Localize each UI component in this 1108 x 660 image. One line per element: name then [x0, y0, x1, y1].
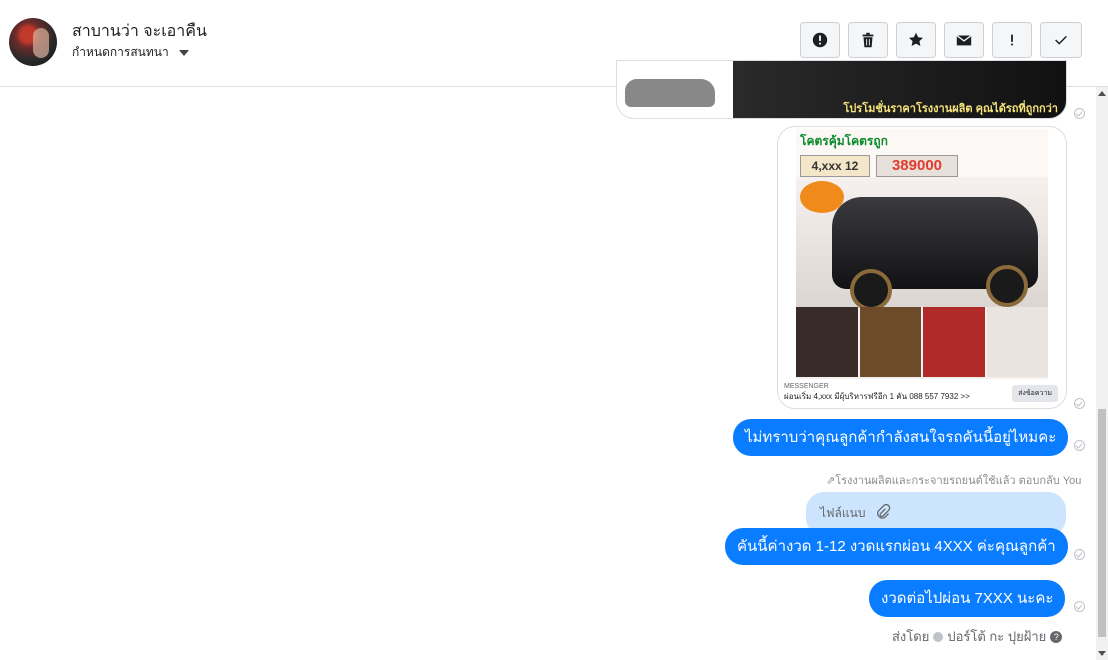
scroll-down-arrow-icon[interactable] — [1098, 651, 1106, 656]
send-message-button[interactable]: ส่งข้อความ — [1012, 385, 1058, 402]
star-icon — [908, 32, 924, 47]
ad-title: โคตรคุ้มโคตรถูก — [800, 134, 888, 148]
sent-by-prefix: ส่งโดย — [892, 629, 930, 644]
thumbnail — [923, 307, 985, 377]
mark-unread-button[interactable] — [944, 22, 984, 58]
ad-footer-label: MESSENGER — [784, 383, 829, 390]
banner-text: โปรโมชั่นราคาโรงงานผลิต คุณได้รถที่ถูกกว… — [843, 103, 1058, 115]
read-status-icon — [1074, 108, 1085, 119]
promo-banner: โปรโมชั่นราคาโรงงานผลิต คุณได้รถที่ถูกกว… — [733, 61, 1066, 118]
wheel-shape — [986, 265, 1028, 307]
assign-conversation-label: กำหนดการสนทนา — [72, 45, 169, 59]
thumbnail — [986, 307, 1048, 377]
read-status-icon — [1074, 549, 1085, 560]
contact-avatar[interactable] — [9, 18, 57, 66]
ad-image: โคตรคุ้มโคตรถูก 4,xxx 12 389000 — [796, 129, 1048, 379]
paperclip-icon — [877, 504, 891, 519]
help-icon[interactable]: ? — [1050, 630, 1063, 643]
ad-installment: 4,xxx 12 — [800, 155, 870, 177]
ad-footer-text: ผ่อนเริ่ม 4,xxx มีผุ้บริหารฟรีอีก 1 คัน … — [784, 392, 970, 401]
exclamation-icon — [1011, 34, 1013, 46]
ad-price: 389000 — [876, 155, 958, 177]
read-status-icon — [1074, 398, 1085, 409]
assign-conversation-dropdown[interactable]: กำหนดการสนทนา — [72, 43, 189, 62]
scroll-up-arrow-icon[interactable] — [1098, 91, 1106, 96]
contact-name[interactable]: สาบานว่า จะเอาคืน — [72, 19, 207, 44]
sender-name[interactable]: ปอร์โต้ กะ ปุยฝ้าย — [947, 626, 1046, 647]
wheel-shape — [850, 269, 892, 311]
reply-arrow-icon: ⇗ — [826, 475, 836, 487]
caret-down-icon — [178, 49, 189, 56]
reply-note-text: โรงงานผลิตและกระจายรถยนต์ใช้แล้ว ตอบกลับ… — [835, 475, 1082, 487]
attachment-label: ไฟล์แนบ — [820, 506, 866, 520]
star-button[interactable] — [896, 22, 936, 58]
message-bubble[interactable]: คันนี้ค่างวด 1-12 งวดแรกผ่อน 4XXX ค่ะคุณ… — [725, 528, 1068, 565]
message-bubble[interactable]: งวดต่อไปผ่อน 7XXX นะคะ — [869, 580, 1066, 617]
car-photo — [625, 79, 715, 107]
thumbnail — [796, 307, 858, 377]
thumbnail — [859, 307, 921, 377]
ad-truck-photo — [796, 177, 1048, 311]
image-message[interactable]: โคตรคุ้มโคตรถูก 4,xxx 12 389000 MESSENGE… — [777, 126, 1067, 409]
ad-footer: MESSENGER ผ่อนเริ่ม 4,xxx มีผุ้บริหารฟรี… — [784, 383, 970, 403]
read-status-icon — [1074, 601, 1085, 612]
message-bubble[interactable]: ไม่ทราบว่าคุณลูกค้ากำลังสนใจรถคันนี้อยู่… — [733, 419, 1069, 456]
conversation-toolbar — [800, 22, 1082, 58]
scrollbar[interactable] — [1096, 87, 1108, 660]
scrollbar-thumb[interactable] — [1098, 409, 1106, 637]
check-icon — [1055, 35, 1067, 45]
alert-circle-icon — [812, 32, 828, 48]
mail-icon — [956, 34, 972, 46]
trash-icon — [862, 32, 874, 48]
sent-by-line: ส่งโดย ปอร์โต้ กะ ปุยฝ้าย ? — [892, 626, 1063, 647]
follow-up-button[interactable] — [992, 22, 1032, 58]
verified-icon — [933, 631, 944, 642]
reply-note: ⇗โรงงานผลิตและกระจายรถยนต์ใช้แล้ว ตอบกลั… — [826, 471, 1081, 489]
mark-done-button[interactable] — [1040, 22, 1082, 58]
ad-header: โคตรคุ้มโคตรถูก 4,xxx 12 389000 — [796, 129, 1048, 177]
ad-thumbnails — [796, 307, 1048, 377]
delete-button[interactable] — [848, 22, 888, 58]
read-status-icon — [1074, 440, 1085, 451]
report-spam-button[interactable] — [800, 22, 840, 58]
image-message[interactable]: โปรโมชั่นราคาโรงงานผลิต คุณได้รถที่ถูกกว… — [616, 60, 1067, 119]
